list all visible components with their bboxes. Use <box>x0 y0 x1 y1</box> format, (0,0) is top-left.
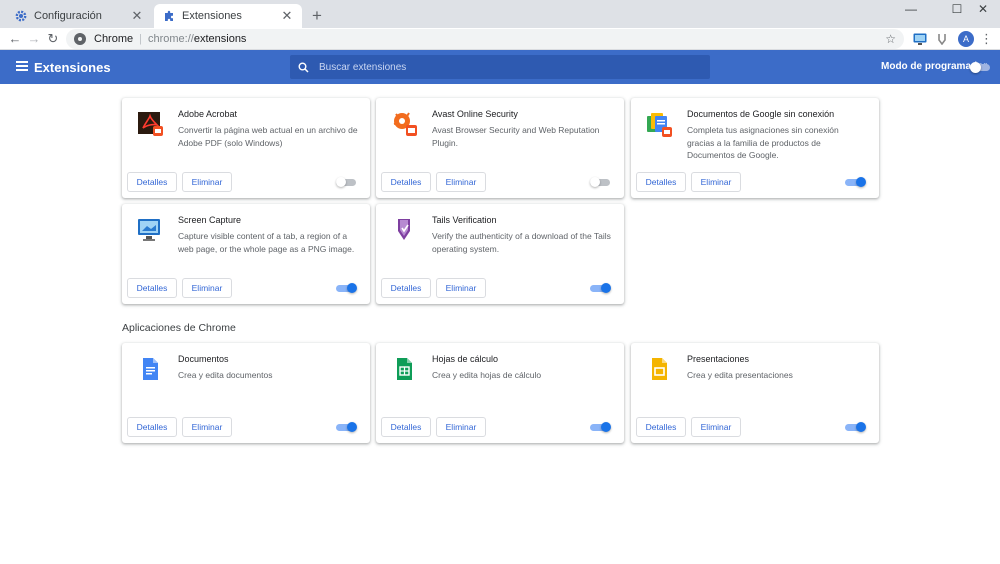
google-docs-icon <box>136 355 164 383</box>
extension-card-adobe-acrobat: Adobe Acrobat Convertir la página web ac… <box>122 98 370 198</box>
extension-name: Tails Verification <box>432 215 497 225</box>
reload-button[interactable]: ↻ <box>44 30 62 48</box>
browser-toolbar: ← → ↻ Chrome | chrome:// extensions ☆ A … <box>0 28 1000 50</box>
extension-description: Avast Browser Security and Web Reputatio… <box>432 125 600 148</box>
extension-description: Capture visible content of a tab, a regi… <box>178 231 355 254</box>
close-window-button[interactable]: ✕ <box>968 0 998 20</box>
remove-button[interactable]: Eliminar <box>691 417 741 437</box>
enable-toggle[interactable] <box>845 422 867 432</box>
remove-button[interactable]: Eliminar <box>436 417 486 437</box>
puzzle-icon <box>162 9 176 23</box>
google-docs-offline-icon <box>645 110 673 138</box>
adobe-acrobat-icon <box>136 110 164 138</box>
extension-name: Screen Capture <box>178 215 242 225</box>
details-button[interactable]: Detalles <box>636 417 686 437</box>
tails-toolbar-icon[interactable] <box>934 31 950 47</box>
back-button[interactable]: ← <box>6 30 24 48</box>
google-slides-icon <box>645 355 673 383</box>
tab-title: Configuración <box>34 10 102 22</box>
remove-button[interactable]: Eliminar <box>691 172 741 192</box>
avast-icon <box>390 110 418 138</box>
tails-icon <box>390 216 418 244</box>
remove-button[interactable]: Eliminar <box>182 417 232 437</box>
details-button[interactable]: Detalles <box>381 417 431 437</box>
app-name: Presentaciones <box>687 354 750 364</box>
details-button[interactable]: Detalles <box>381 172 431 192</box>
close-icon[interactable]: ✕ <box>130 8 144 24</box>
page-title: Extensiones <box>34 60 111 75</box>
new-tab-button[interactable]: + <box>308 6 326 26</box>
extension-name: Documentos de Google sin conexión <box>687 109 835 119</box>
app-card-documentos: Documentos Crea y edita documentos Detal… <box>122 343 370 443</box>
hamburger-menu-icon[interactable] <box>16 61 28 71</box>
extension-description: Verify the authenticity of a download of… <box>432 231 611 254</box>
extensions-header: Extensiones Modo de programador <box>0 50 1000 84</box>
chrome-site-icon <box>74 33 86 45</box>
bookmark-star-icon[interactable]: ☆ <box>885 32 896 46</box>
tab-configuracion[interactable]: Configuración ✕ <box>6 4 152 28</box>
tab-strip: Configuración ✕ Extensiones ✕ + — ☐ ✕ <box>0 0 1000 28</box>
app-card-presentaciones: Presentaciones Crea y edita presentacion… <box>631 343 879 443</box>
details-button[interactable]: Detalles <box>127 278 177 298</box>
app-name: Hojas de cálculo <box>432 354 499 364</box>
extension-description: Completa tus asignaciones sin conexión g… <box>687 125 839 160</box>
extension-card-avast: Avast Online Security Avast Browser Secu… <box>376 98 624 198</box>
enable-toggle[interactable] <box>336 177 358 187</box>
remove-button[interactable]: Eliminar <box>436 278 486 298</box>
remove-button[interactable]: Eliminar <box>436 172 486 192</box>
screen-capture-icon <box>136 216 164 244</box>
minimize-button[interactable]: — <box>896 0 926 20</box>
tab-title: Extensiones <box>182 10 242 22</box>
search-input[interactable] <box>319 61 699 73</box>
enable-toggle[interactable] <box>590 422 612 432</box>
tab-extensiones[interactable]: Extensiones ✕ <box>154 4 302 28</box>
enable-toggle[interactable] <box>845 177 867 187</box>
app-card-hojas-de-calculo: Hojas de cálculo Crea y edita hojas de c… <box>376 343 624 443</box>
app-name: Documentos <box>178 354 229 364</box>
extension-card-tails: Tails Verification Verify the authentici… <box>376 204 624 304</box>
screen-capture-toolbar-icon[interactable] <box>912 31 928 47</box>
enable-toggle[interactable] <box>336 283 358 293</box>
details-button[interactable]: Detalles <box>636 172 686 192</box>
apps-section-title: Aplicaciones de Chrome <box>122 322 236 334</box>
app-description: Crea y edita documentos <box>178 370 273 380</box>
close-icon[interactable]: ✕ <box>280 8 294 24</box>
site-name: Chrome <box>94 33 134 45</box>
extension-description: Convertir la página web actual en un arc… <box>178 125 358 148</box>
search-box[interactable] <box>290 55 710 79</box>
extension-name: Avast Online Security <box>432 109 518 119</box>
profile-avatar[interactable]: A <box>958 31 974 47</box>
details-button[interactable]: Detalles <box>127 172 177 192</box>
details-button[interactable]: Detalles <box>381 278 431 298</box>
remove-button[interactable]: Eliminar <box>182 278 232 298</box>
remove-button[interactable]: Eliminar <box>182 172 232 192</box>
extension-name: Adobe Acrobat <box>178 109 238 119</box>
enable-toggle[interactable] <box>590 177 612 187</box>
extension-card-screen-capture: Screen Capture Capture visible content o… <box>122 204 370 304</box>
forward-button[interactable]: → <box>25 30 43 48</box>
app-description: Crea y edita presentaciones <box>687 370 793 380</box>
details-button[interactable]: Detalles <box>127 417 177 437</box>
google-sheets-icon <box>390 355 418 383</box>
app-description: Crea y edita hojas de cálculo <box>432 370 542 380</box>
dev-mode-toggle[interactable] <box>970 62 992 73</box>
search-icon <box>298 62 309 73</box>
gear-icon <box>14 9 28 23</box>
menu-kebab-icon[interactable]: ⋮ <box>980 30 993 48</box>
enable-toggle[interactable] <box>336 422 358 432</box>
url-scheme: chrome:// <box>147 33 194 45</box>
extension-card-docs-offline: Documentos de Google sin conexión Comple… <box>631 98 879 198</box>
address-bar[interactable]: Chrome | chrome:// extensions ☆ <box>66 29 904 49</box>
url-path: extensions <box>193 33 247 45</box>
separator: | <box>139 33 142 45</box>
enable-toggle[interactable] <box>590 283 612 293</box>
